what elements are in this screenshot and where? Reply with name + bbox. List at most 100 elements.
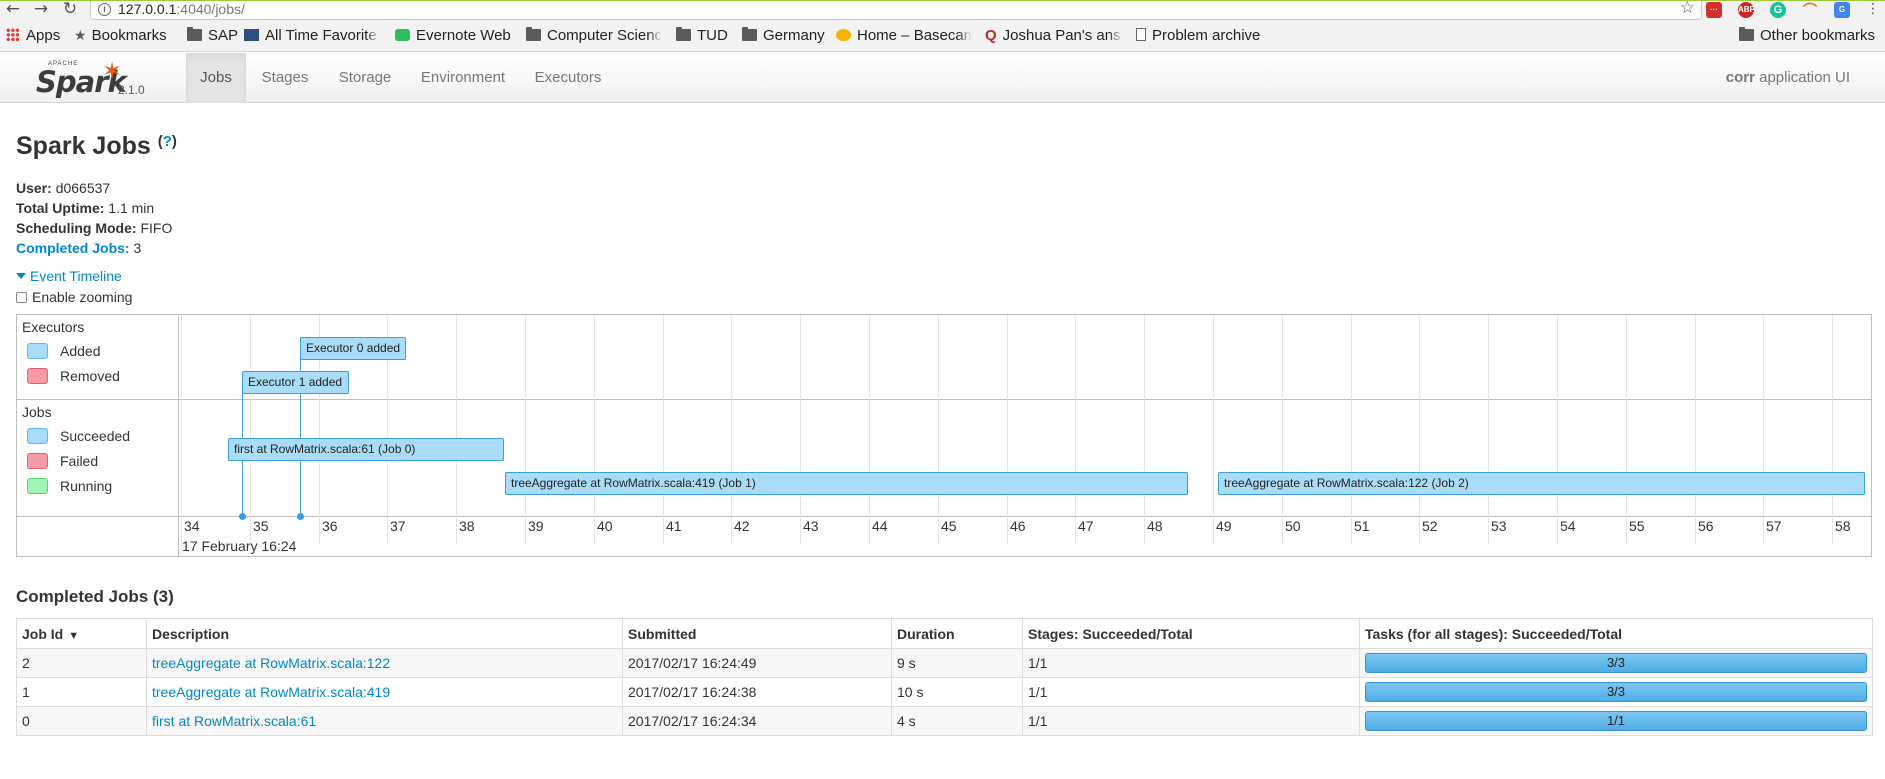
timeline-tick-label: 55: [1629, 518, 1645, 534]
summary-value: d066537: [55, 180, 111, 196]
legend-label: Running: [60, 478, 113, 494]
timeline-gridline: [869, 315, 870, 544]
menu-icon[interactable]: ⋮: [1862, 1, 1884, 19]
timeline-tick-label: 40: [597, 518, 613, 534]
job-0-bar[interactable]: first at RowMatrix.scala:61 (Job 0): [228, 438, 504, 461]
summary-uptime: Total Uptime: 1.1 min: [16, 198, 172, 218]
job-description-link[interactable]: treeAggregate at RowMatrix.scala:122: [152, 655, 390, 671]
timeline-tick-label: 37: [390, 518, 406, 534]
job-description-link[interactable]: treeAggregate at RowMatrix.scala:419: [152, 684, 390, 700]
tab-stages[interactable]: Stages: [253, 53, 317, 103]
summary-label: Completed Jobs:: [16, 240, 130, 256]
address-bar[interactable]: i 127.0.0.1:4040/jobs/ ☆: [90, 0, 1702, 20]
legend-label: Added: [60, 343, 101, 359]
bookmark-label: Germany: [763, 27, 825, 44]
tab-executors[interactable]: Executors: [526, 53, 610, 103]
timeline-gridline: [1144, 315, 1145, 544]
event-timeline-label: Event Timeline: [30, 268, 122, 284]
timeline-gridline: [1626, 315, 1627, 544]
help-link[interactable]: (?): [158, 133, 177, 150]
enable-zooming-checkbox[interactable]: [16, 292, 27, 303]
bookmark-basecamp[interactable]: Home – Basecam: [836, 26, 972, 46]
col-stages[interactable]: Stages: Succeeded/Total: [1022, 618, 1360, 649]
apps-grid-icon: [6, 28, 19, 41]
info-icon[interactable]: i: [98, 3, 111, 16]
description-cell: first at RowMatrix.scala:61: [146, 706, 623, 736]
bookmark-apps[interactable]: Apps: [6, 26, 60, 46]
jobs-group-title: Jobs: [22, 404, 52, 420]
tab-environment[interactable]: Environment: [413, 53, 513, 103]
event-timeline-toggle[interactable]: Event Timeline: [16, 268, 122, 284]
spark-navbar: APACHE Spark ✶ 2.1.0 Jobs Stages Storage…: [0, 53, 1885, 103]
timeline-tick-label: 52: [1422, 518, 1438, 534]
executor-0-added-event[interactable]: Executor 0 added: [300, 337, 406, 360]
timeline-tick-label: 58: [1835, 518, 1851, 534]
folder-icon: [676, 27, 691, 41]
timeline-gridline: [1557, 315, 1558, 544]
bookmark-computer-science[interactable]: Computer Scienc: [526, 26, 662, 46]
completed-jobs-link[interactable]: Completed Jobs:: [16, 240, 130, 256]
completed-jobs-title[interactable]: Completed Jobs (3): [16, 587, 174, 607]
bookmark-evernote[interactable]: Evernote Web: [395, 26, 511, 46]
tab-storage[interactable]: Storage: [330, 53, 400, 103]
timeline-gridline: [731, 315, 732, 544]
bookmark-tud[interactable]: TUD: [676, 26, 728, 46]
tasks-progress-bar: 3/3: [1365, 653, 1867, 673]
job-id-cell: 2: [16, 648, 147, 678]
event-timeline[interactable]: Executors Added Removed Jobs Succeeded F…: [16, 314, 1872, 557]
col-submitted[interactable]: Submitted: [622, 618, 892, 649]
col-duration[interactable]: Duration: [891, 618, 1023, 649]
back-icon[interactable]: ←: [2, 1, 24, 19]
col-description[interactable]: Description: [146, 618, 623, 649]
bookmark-sap[interactable]: SAP: [187, 26, 238, 46]
bookmark-label: Evernote Web: [416, 27, 511, 44]
bookmark-label: Joshua Pan's ans: [1002, 27, 1121, 44]
rainbow-extension-icon[interactable]: ⌒: [1802, 2, 1818, 18]
extension-icon[interactable]: ···: [1706, 2, 1722, 18]
summary-user: User: d066537: [16, 178, 172, 198]
grammarly-icon[interactable]: G: [1770, 2, 1786, 18]
executor-1-added-event[interactable]: Executor 1 added: [242, 371, 349, 394]
timeline-gridline: [594, 315, 595, 544]
enable-zooming-row[interactable]: Enable zooming: [16, 289, 132, 305]
removed-swatch: [27, 368, 48, 384]
col-job-id[interactable]: Job Id ▼: [16, 618, 147, 649]
evernote-icon: [395, 29, 410, 41]
other-bookmarks[interactable]: Other bookmarks: [1739, 26, 1875, 46]
folder-icon: [526, 27, 541, 41]
executor-0-marker-dot: [297, 513, 304, 520]
spark-logo[interactable]: APACHE Spark ✶ 2.1.0: [34, 57, 152, 101]
translate-icon[interactable]: G: [1834, 2, 1850, 18]
timeline-gridline: [181, 315, 182, 544]
job-2-bar[interactable]: treeAggregate at RowMatrix.scala:122 (Jo…: [1218, 472, 1865, 495]
bookmark-problem-archive[interactable]: Problem archive: [1136, 26, 1260, 46]
timeline-gridline: [1488, 315, 1489, 544]
tab-jobs[interactable]: Jobs: [186, 53, 246, 103]
bookmark-label: SAP: [208, 27, 239, 44]
col-tasks[interactable]: Tasks (for all stages): Succeeded/Total: [1359, 618, 1873, 649]
reload-icon[interactable]: ↻: [59, 1, 81, 19]
bookmark-bookmarks[interactable]: ★ Bookmarks: [74, 26, 167, 46]
tasks-cell: 1/1: [1359, 706, 1873, 736]
bookmarks-bar: Apps ★ Bookmarks SAP All Time Favorite Ev…: [0, 20, 1885, 52]
stages-cell: 1/1: [1022, 677, 1360, 707]
bookmark-quora[interactable]: Q Joshua Pan's ans: [985, 26, 1123, 46]
forward-icon[interactable]: →: [30, 1, 52, 19]
timeline-gridline: [250, 315, 251, 544]
bookmark-star-icon[interactable]: ☆: [1680, 0, 1695, 17]
job-description-link[interactable]: first at RowMatrix.scala:61: [152, 713, 316, 729]
job-1-bar[interactable]: treeAggregate at RowMatrix.scala:419 (Jo…: [505, 472, 1188, 495]
timeline-tick-label: 47: [1078, 518, 1094, 534]
timeline-axis-divider: [17, 516, 1871, 517]
app-name: corr: [1725, 69, 1755, 86]
added-swatch: [27, 343, 48, 359]
timeline-tick-label: 42: [734, 518, 750, 534]
help-question-icon[interactable]: ?: [163, 133, 172, 150]
tasks-cell: 3/3: [1359, 677, 1873, 707]
executor-1-marker-dot: [239, 513, 246, 520]
bookmark-all-time-favorite[interactable]: All Time Favorite: [244, 26, 380, 46]
adblock-icon[interactable]: ABP: [1738, 2, 1755, 18]
bookmark-germany[interactable]: Germany: [742, 26, 825, 46]
tasks-progress-bar: 3/3: [1365, 682, 1867, 702]
application-title: corr application UI: [1726, 53, 1850, 103]
